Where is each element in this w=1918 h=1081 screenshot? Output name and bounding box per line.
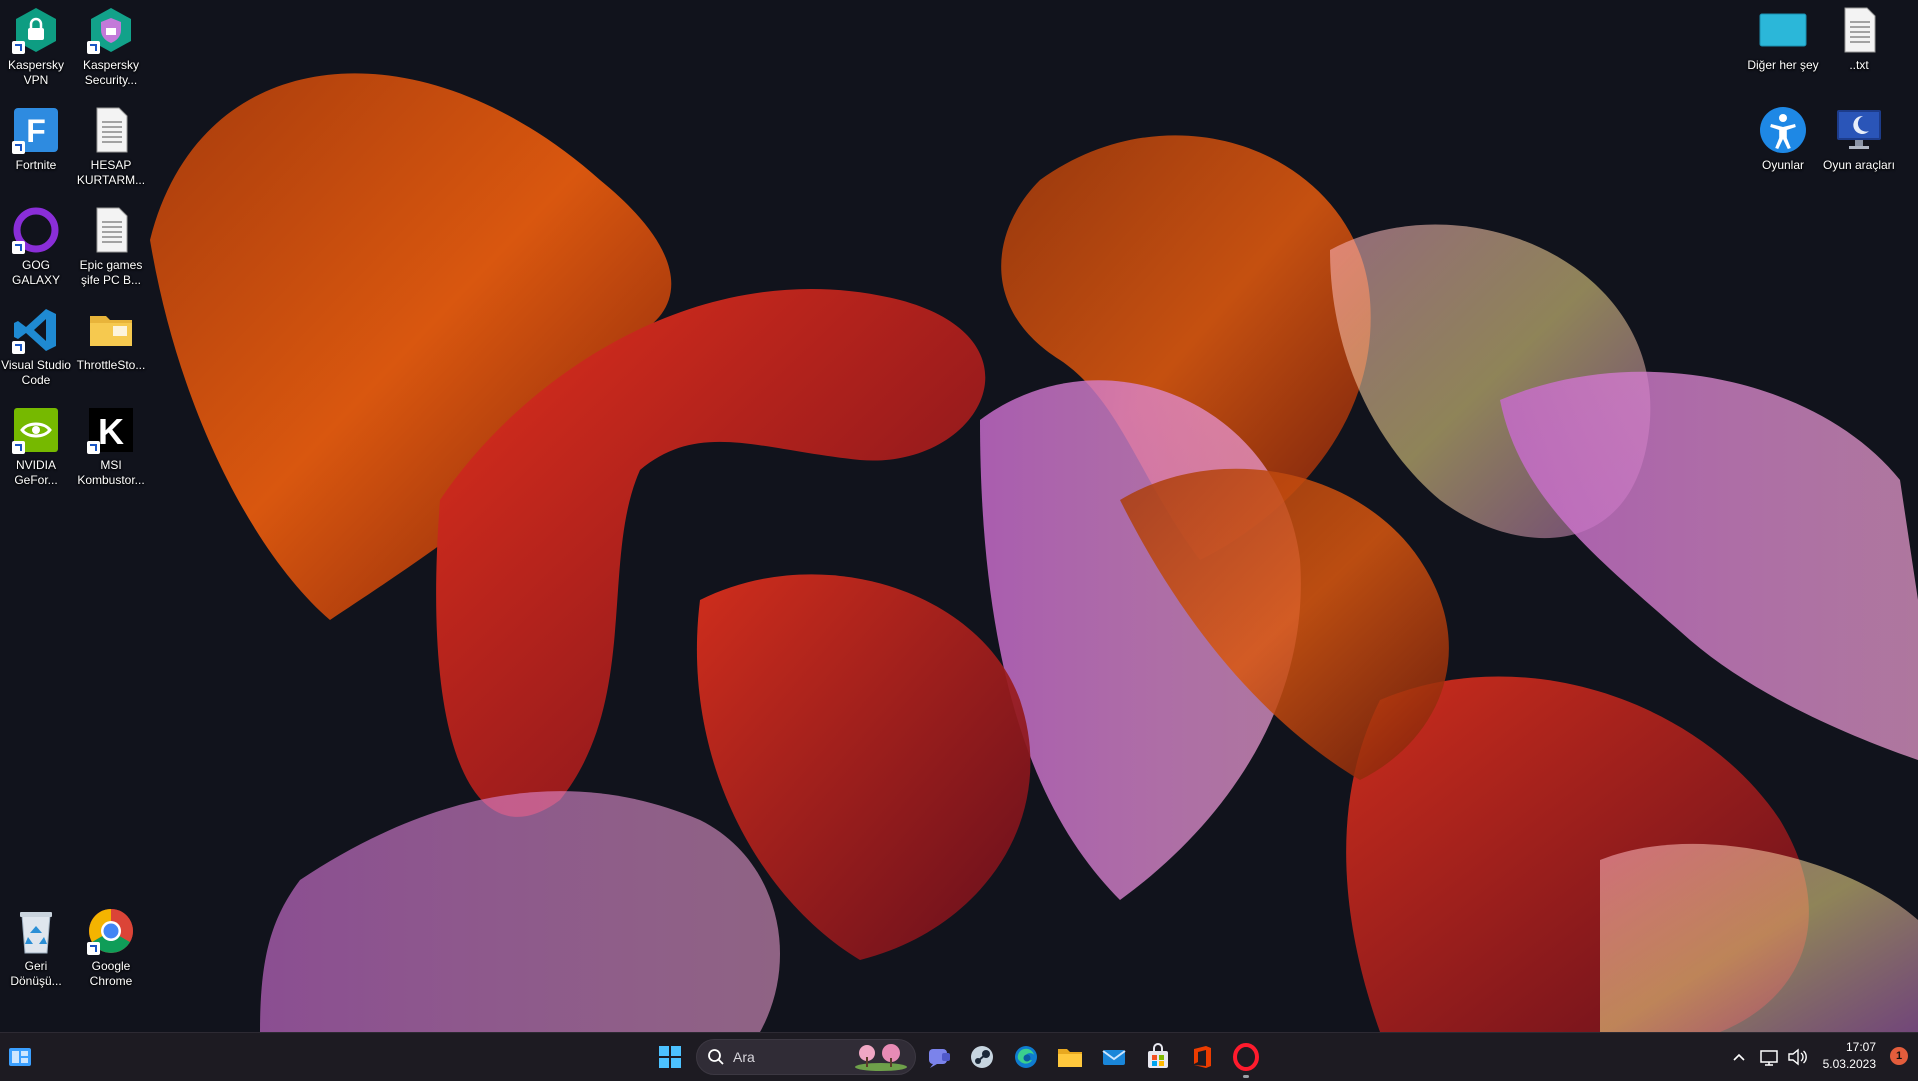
- monitor-icon: [1759, 6, 1807, 54]
- gog-galaxy-icon: [12, 206, 60, 254]
- desktop-icon-fortnite[interactable]: F Fortnite: [0, 102, 74, 173]
- svg-text:F: F: [26, 113, 46, 149]
- taskbar: Ara 17:07 5.03.2023 1: [0, 1032, 1918, 1081]
- start-icon[interactable]: [654, 1041, 686, 1073]
- vscode-icon: [12, 306, 60, 354]
- desktop-icon-txt-file[interactable]: ..txt: [1821, 2, 1897, 73]
- clock-date: 5.03.2023: [1822, 1057, 1876, 1071]
- taskbar-search-box[interactable]: Ara: [696, 1039, 916, 1075]
- fortnite-icon: F: [12, 106, 60, 154]
- desktop-icon-label: Kaspersky VPN: [7, 58, 65, 87]
- show-hidden-icons-chevron-up-icon[interactable]: [1727, 1041, 1751, 1073]
- desktop-icon-label: Oyun araçları: [1822, 158, 1896, 172]
- clock-time: 17:07: [1845, 1040, 1876, 1054]
- desktop-icon-hesap-file[interactable]: HESAP KURTARM...: [73, 102, 149, 188]
- shortcut-arrow-icon: [87, 441, 100, 454]
- search-placeholder: Ara: [733, 1049, 755, 1065]
- shortcut-arrow-icon: [87, 942, 100, 955]
- network-icon[interactable]: [1757, 1041, 1781, 1073]
- shortcut-arrow-icon: [12, 141, 25, 154]
- nvidia-icon: [12, 406, 60, 454]
- desktop-icon-label: NVIDIA GeFor...: [14, 458, 58, 487]
- desktop-icon-recycle-bin[interactable]: Geri Dönüşü...: [0, 903, 74, 989]
- desktop-icon-oyunlar[interactable]: Oyunlar: [1745, 102, 1821, 173]
- desktop-icon-label: Epic games şife PC B...: [79, 258, 143, 287]
- desktop-icon-label: Visual Studio Code: [1, 358, 71, 387]
- text-file-icon: [1835, 6, 1883, 54]
- recycle-bin-icon: [12, 907, 60, 955]
- desktop-icon-label: Oyunlar: [1761, 158, 1805, 172]
- shortcut-arrow-icon: [12, 341, 25, 354]
- mail-icon[interactable]: [1098, 1041, 1130, 1073]
- desktop-icon-label: Kaspersky Security...: [82, 58, 140, 87]
- desktop-icon-label: Fortnite: [15, 158, 57, 172]
- desktop-icon-gog-galaxy[interactable]: GOG GALAXY: [0, 202, 74, 288]
- steam-icon[interactable]: [966, 1041, 998, 1073]
- opera-icon[interactable]: [1230, 1041, 1262, 1078]
- shortcut-arrow-icon: [12, 441, 25, 454]
- shortcut-arrow-icon: [12, 241, 25, 254]
- desktop-icon-label: GOG GALAXY: [11, 258, 61, 287]
- desktop-icon-throttlestop[interactable]: ThrottleSto...: [73, 302, 149, 373]
- teams-chat-icon[interactable]: [923, 1041, 955, 1073]
- accessibility-icon: [1759, 106, 1807, 154]
- kaspersky-vpn-icon: [12, 6, 60, 54]
- desktop-icon-label: MSI Kombustor...: [77, 458, 145, 487]
- shortcut-arrow-icon: [12, 41, 25, 54]
- search-highlight-illustration-icon: [855, 1044, 907, 1071]
- notification-badge[interactable]: 1: [1890, 1047, 1908, 1065]
- desktop-icon-vscode[interactable]: Visual Studio Code: [0, 302, 74, 388]
- running-indicator: [1243, 1075, 1249, 1078]
- folder-icon: [87, 306, 135, 354]
- desktop-icon-label: ..txt: [1849, 58, 1869, 72]
- desktop-icon-label: Google Chrome: [89, 959, 133, 988]
- desktop-icon-google-chrome[interactable]: Google Chrome: [73, 903, 149, 989]
- desktop-icon-msi-kombustor[interactable]: K MSI Kombustor...: [73, 402, 149, 488]
- file-explorer-icon[interactable]: [1054, 1041, 1086, 1073]
- task-view-widgets-icon[interactable]: [4, 1041, 36, 1073]
- kaspersky-security-icon: [87, 6, 135, 54]
- desktop-icon-oyun-araclari[interactable]: Oyun araçları: [1821, 102, 1897, 173]
- desktop-icon-kaspersky-vpn[interactable]: Kaspersky VPN: [0, 2, 74, 88]
- display-moon-icon: [1835, 106, 1883, 154]
- text-file-icon: [87, 206, 135, 254]
- desktop-icon-label: Diğer her şey: [1747, 58, 1819, 72]
- svg-text:K: K: [98, 411, 124, 452]
- desktop-icon-label: Geri Dönüşü...: [10, 959, 62, 988]
- taskbar-clock[interactable]: 17:07 5.03.2023: [1823, 1039, 1876, 1073]
- desktop-icon-kaspersky-security[interactable]: Kaspersky Security...: [73, 2, 149, 88]
- chrome-icon: [87, 907, 135, 955]
- store-icon[interactable]: [1142, 1041, 1174, 1073]
- search-icon: [708, 1049, 724, 1065]
- desktop-icon-label: HESAP KURTARM...: [76, 158, 146, 187]
- edge-icon[interactable]: [1010, 1041, 1042, 1073]
- msi-kombustor-icon: K: [87, 406, 135, 454]
- desktop-icon-nvidia[interactable]: NVIDIA GeFor...: [0, 402, 74, 488]
- office-icon[interactable]: [1186, 1041, 1218, 1073]
- text-file-icon: [87, 106, 135, 154]
- desktop-icon-label: ThrottleSto...: [76, 358, 146, 372]
- shortcut-arrow-icon: [87, 41, 100, 54]
- desktop-icon-diger-her-sey[interactable]: Diğer her şey: [1745, 2, 1821, 73]
- desktop-wallpaper: [0, 0, 1918, 1032]
- desktop-icon-epic-file[interactable]: Epic games şife PC B...: [73, 202, 149, 288]
- volume-icon[interactable]: [1785, 1041, 1809, 1073]
